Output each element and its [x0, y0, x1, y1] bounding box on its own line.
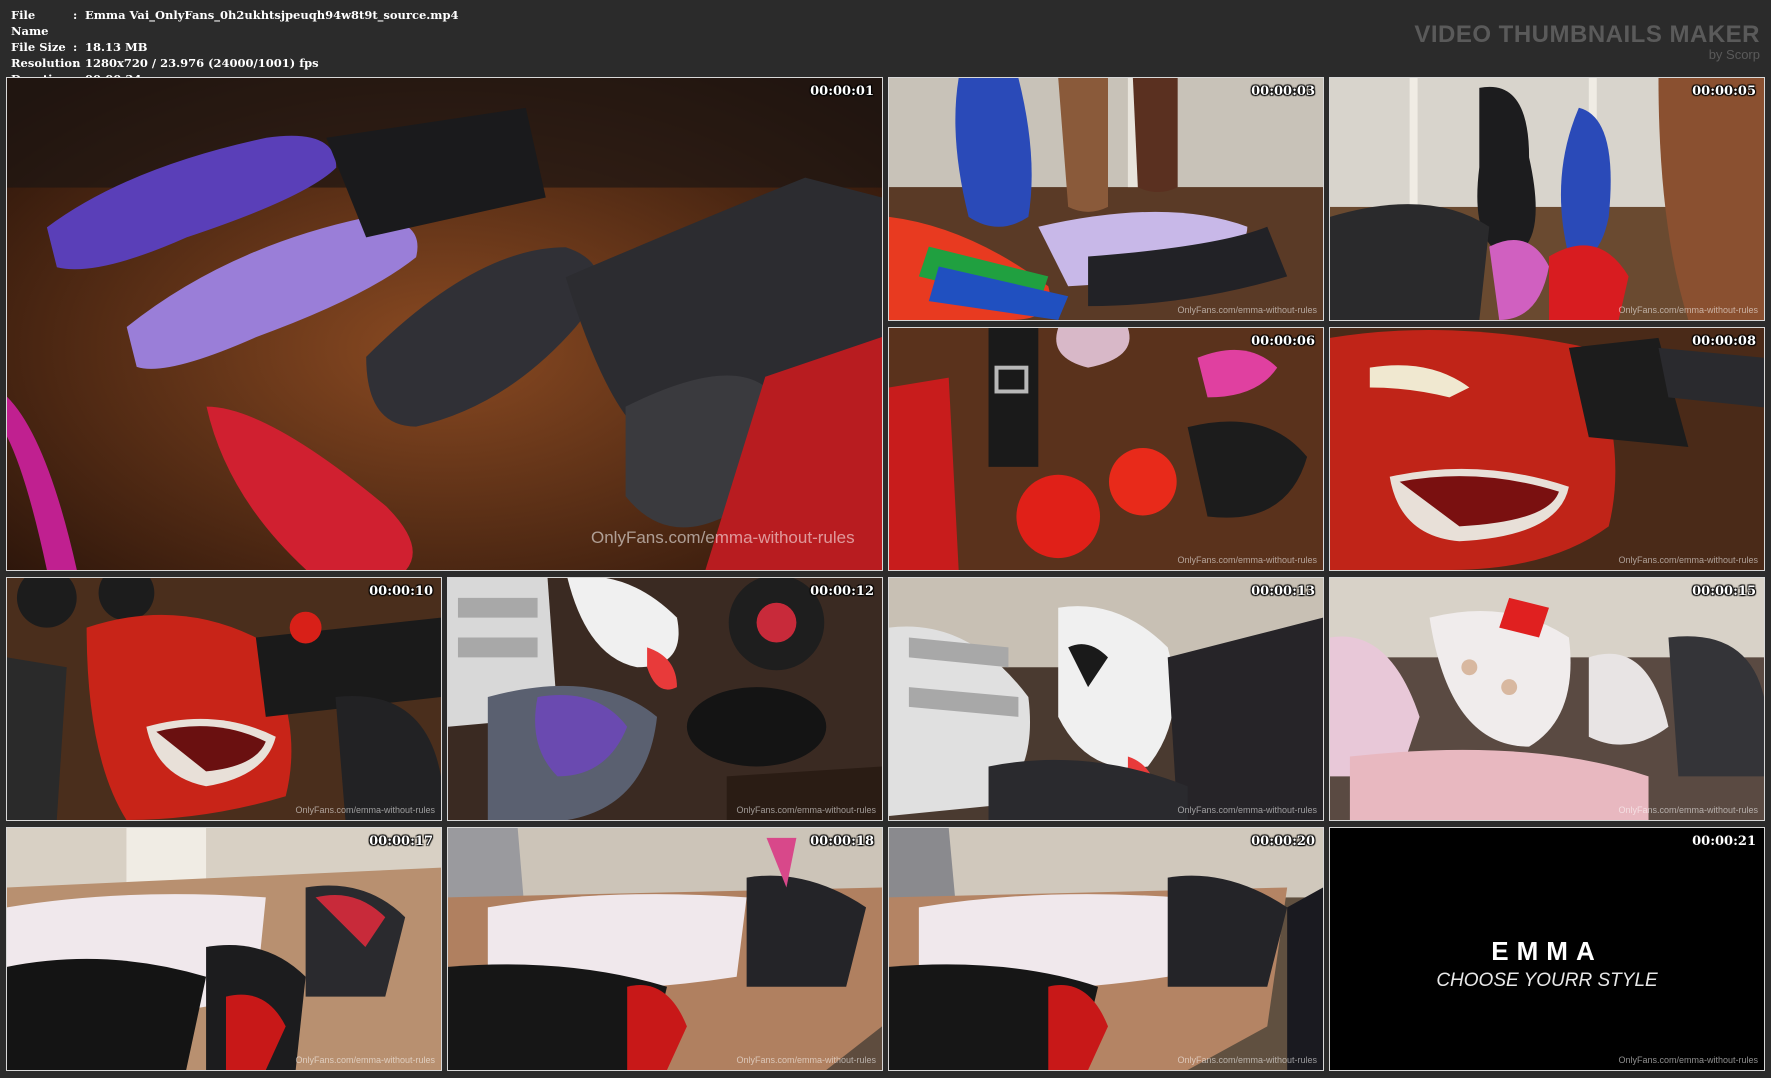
timestamp: 00:00:18 — [810, 834, 874, 849]
timestamp: 00:00:20 — [1251, 834, 1315, 849]
thumbnail-image — [448, 828, 882, 1070]
thumbnail-image — [7, 78, 882, 570]
thumbnail-image — [7, 578, 441, 820]
timestamp: 00:00:01 — [810, 84, 874, 99]
thumbnail-image — [1330, 328, 1764, 570]
thumbnail-image — [889, 328, 1323, 570]
watermark: OnlyFans.com/emma-without-rules — [1177, 1055, 1317, 1065]
title-card-name: EMMA — [1491, 936, 1603, 966]
thumbnail-13[interactable]: 00:00:21 EMMA CHOOSE YOURR STYLE OnlyFan… — [1329, 827, 1765, 1071]
separator: : — [73, 56, 78, 70]
watermark: OnlyFans.com/emma-without-rules — [295, 805, 435, 815]
timestamp: 00:00:13 — [1251, 584, 1315, 599]
timestamp: 00:00:06 — [1251, 334, 1315, 349]
file-name-row: File Name : Emma Vai_OnlyFans_0h2ukhtsjp… — [11, 7, 459, 39]
timestamp: 00:00:17 — [369, 834, 433, 849]
thumbnail-7[interactable]: 00:00:12 OnlyFans.com/emma-without-rules — [447, 577, 883, 821]
thumbnail-image — [7, 828, 441, 1070]
file-size-value: 18.13 MB — [85, 40, 148, 54]
timestamp: 00:00:05 — [1692, 84, 1756, 99]
watermark: OnlyFans.com/emma-without-rules — [295, 1055, 435, 1065]
watermark: OnlyFans.com/emma-without-rules — [1177, 305, 1317, 315]
thumbnail-4[interactable]: 00:00:06 OnlyFans.com/emma-without-rules — [888, 327, 1324, 571]
resolution-row: Resolution : 1280x720 / 23.976 (24000/10… — [11, 55, 459, 71]
thumbnail-3[interactable]: 00:00:05 OnlyFans.com/emma-without-rules — [1329, 77, 1765, 321]
file-name-value: Emma Vai_OnlyFans_0h2ukhtsjpeuqh94w8t9t_… — [85, 8, 459, 22]
file-size-row: File Size : 18.13 MB — [11, 39, 459, 55]
watermark: OnlyFans.com/emma-without-rules — [1177, 805, 1317, 815]
watermark: OnlyFans.com/emma-without-rules — [1618, 1055, 1758, 1065]
thumbnail-6[interactable]: 00:00:10 OnlyFans.com/emma-without-rules — [6, 577, 442, 821]
separator: : — [73, 40, 78, 54]
watermark: OnlyFans.com/emma-without-rules — [736, 805, 876, 815]
thumbnail-5[interactable]: 00:00:08 OnlyFans.com/emma-without-rules — [1329, 327, 1765, 571]
watermark: OnlyFans.com/emma-without-rules — [1618, 555, 1758, 565]
thumbnail-image — [889, 578, 1323, 820]
thumbnail-2[interactable]: 00:00:03 OnlyFans.com/emma-without-rules — [888, 77, 1324, 321]
file-info-panel: File Name : Emma Vai_OnlyFans_0h2ukhtsjp… — [11, 7, 459, 87]
timestamp: 00:00:08 — [1692, 334, 1756, 349]
thumbnail-image — [1330, 578, 1764, 820]
brand-subtitle: by Scorp — [1708, 47, 1760, 62]
timestamp: 00:00:03 — [1251, 84, 1315, 99]
resolution-label: Resolution — [11, 56, 81, 70]
thumbnail-image — [1330, 78, 1764, 320]
brand-title: VIDEO THUMBNAILS MAKER — [1414, 21, 1760, 48]
watermark: OnlyFans.com/emma-without-rules — [736, 1055, 876, 1065]
separator: : — [73, 8, 78, 22]
thumbnail-1[interactable]: 00:00:01 OnlyFans.com/emma-without-rules — [6, 77, 883, 571]
title-card-tagline: CHOOSE YOURR STYLE — [1436, 970, 1658, 991]
file-size-label: File Size — [11, 40, 66, 54]
thumbnail-image — [889, 828, 1323, 1070]
watermark: OnlyFans.com/emma-without-rules — [1177, 555, 1317, 565]
file-name-label: File Name — [11, 8, 49, 38]
brand-logo: VIDEO THUMBNAILS MAKER by Scorp — [1414, 22, 1760, 62]
timestamp: 00:00:15 — [1692, 584, 1756, 599]
thumbnail-9[interactable]: 00:00:15 OnlyFans.com/emma-without-rules — [1329, 577, 1765, 821]
resolution-value: 1280x720 / 23.976 (24000/1001) fps — [85, 56, 319, 70]
thumbnail-8[interactable]: 00:00:13 OnlyFans.com/emma-without-rules — [888, 577, 1324, 821]
thumbnail-11[interactable]: 00:00:18 OnlyFans.com/emma-without-rules — [447, 827, 883, 1071]
timestamp: 00:00:12 — [810, 584, 874, 599]
watermark: OnlyFans.com/emma-without-rules — [1618, 805, 1758, 815]
timestamp: 00:00:21 — [1692, 834, 1756, 849]
watermark: OnlyFans.com/emma-without-rules — [1618, 305, 1758, 315]
thumbnail-image — [889, 78, 1323, 320]
watermark: OnlyFans.com/emma-without-rules — [591, 528, 855, 547]
timestamp: 00:00:10 — [369, 584, 433, 599]
thumbnail-image — [448, 578, 882, 820]
thumbnail-12[interactable]: 00:00:20 OnlyFans.com/emma-without-rules — [888, 827, 1324, 1071]
thumbnail-10[interactable]: 00:00:17 OnlyFans.com/emma-without-rules — [6, 827, 442, 1071]
